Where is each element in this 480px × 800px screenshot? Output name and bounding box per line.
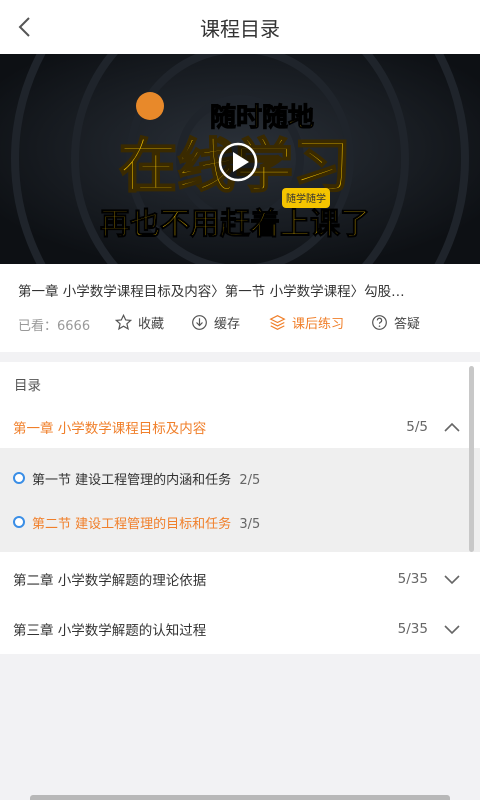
- section-title: 第一节 建设工程管理的内涵和任务 2/5: [32, 469, 260, 488]
- section-status-dot: [13, 472, 25, 484]
- banner-badge: 随学随学: [286, 192, 326, 205]
- section-title-text: 第二节 建设工程管理的目标和任务: [32, 516, 232, 532]
- download-circle-icon: [190, 314, 208, 332]
- viewed-count: 已看：6666: [18, 319, 91, 334]
- chapter-progress: 5/5: [406, 419, 428, 435]
- chevron-up-icon[interactable]: [442, 417, 462, 437]
- decor-character: [136, 92, 164, 120]
- chapter-progress: 5/35: [397, 571, 428, 587]
- banner-line1: 随时随地: [210, 102, 314, 133]
- layers-icon: [268, 314, 286, 332]
- section-title-text: 第一节 建设工程管理的内涵和任务: [32, 472, 232, 488]
- lesson-info-panel: 第一章 小学数学课程目标及内容〉第一节 小学数学课程〉勾股… 已看：6666 收…: [0, 264, 480, 352]
- chevron-down-icon[interactable]: [442, 619, 462, 639]
- video-player[interactable]: 随时随地 在线学习 再也不用赶着上课了 随学随学: [0, 54, 480, 264]
- star-icon: [114, 314, 132, 332]
- chevron-left-icon: [18, 17, 30, 37]
- section-progress: 3/5: [239, 516, 261, 532]
- chapter-title: 第三章 小学数学解题的认知过程: [13, 623, 207, 639]
- cache-label: 缓存: [214, 317, 241, 332]
- lesson-title: 第一章 小学数学课程目标及内容〉第一节 小学数学课程〉勾股…: [18, 284, 405, 300]
- header-bar: 课程目录: [0, 0, 480, 54]
- catalog-label: 目录: [14, 378, 41, 394]
- chapter-item-2[interactable]: 第二章 小学数学解题的理论依据 5/35: [0, 554, 480, 604]
- qa-label: 答疑: [394, 317, 421, 332]
- bottom-edge: [30, 795, 450, 800]
- page-title: 课程目录: [200, 16, 280, 41]
- section-item-1[interactable]: 第一节 建设工程管理的内涵和任务 2/5: [0, 456, 480, 500]
- chapter-1-sections: 第一节 建设工程管理的内涵和任务 2/5 第二节 建设工程管理的目标和任务 3/…: [0, 448, 480, 552]
- exercise-label: 课后练习: [292, 317, 345, 332]
- chapter-item-3[interactable]: 第三章 小学数学解题的认知过程 5/35: [0, 604, 480, 654]
- cache-button[interactable]: 缓存: [190, 313, 240, 332]
- chapter-progress: 5/35: [397, 621, 428, 637]
- video-poster: 随时随地 在线学习 再也不用赶着上课了 随学随学: [0, 54, 480, 264]
- play-icon[interactable]: [218, 142, 258, 182]
- section-title: 第二节 建设工程管理的目标和任务 3/5: [32, 513, 260, 532]
- section-status-dot: [13, 516, 25, 528]
- section-item-2[interactable]: 第二节 建设工程管理的目标和任务 3/5: [0, 500, 480, 544]
- banner-line3: 再也不用赶着上课了: [100, 207, 370, 242]
- chapter-title: 第二章 小学数学解题的理论依据: [13, 573, 207, 589]
- question-icon: [370, 314, 388, 332]
- exercise-button[interactable]: 课后练习: [268, 313, 344, 332]
- favorite-label: 收藏: [138, 317, 165, 332]
- chapter-title: 第一章 小学数学课程目标及内容: [13, 421, 207, 437]
- back-button[interactable]: [8, 10, 42, 44]
- section-progress: 2/5: [239, 472, 261, 488]
- catalog-scrollbar[interactable]: [469, 366, 474, 552]
- chevron-down-icon[interactable]: [442, 569, 462, 589]
- chapter-item-1[interactable]: 第一章 小学数学课程目标及内容 5/5: [0, 402, 480, 452]
- qa-button[interactable]: 答疑: [370, 313, 420, 332]
- favorite-button[interactable]: 收藏: [114, 313, 164, 332]
- catalog-panel: 目录 第一章 小学数学课程目标及内容 5/5 第一节 建设工程管理的内涵和任务 …: [0, 362, 480, 654]
